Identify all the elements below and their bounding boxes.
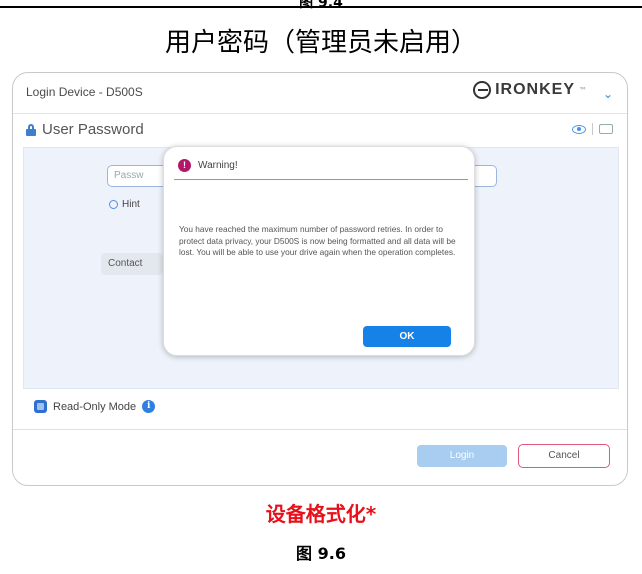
ok-button[interactable]: OK [363, 326, 451, 347]
read-only-label: Read-Only Mode [53, 400, 137, 413]
warning-dialog: ! Warning! You have reached the maximum … [163, 146, 475, 356]
divider [592, 123, 593, 135]
footer-divider [13, 429, 627, 430]
previous-figure-caption: 图 9.4 [299, 0, 343, 11]
contact-button[interactable]: Contact [101, 253, 163, 275]
virtual-keyboard-icon[interactable] [599, 124, 613, 134]
hint-option[interactable]: Hint [109, 199, 140, 210]
warning-title: Warning! [198, 160, 238, 171]
section-title: User Password [42, 121, 144, 138]
warning-message: You have reached the maximum number of p… [179, 224, 456, 257]
warning-icon: ! [178, 159, 191, 172]
ironkey-logo: IRONKEY ™ [473, 81, 587, 99]
ironkey-logo-icon [473, 81, 492, 99]
title-divider [13, 113, 627, 114]
red-caption: 设备格式化* [265, 502, 377, 526]
lock-icon [26, 123, 36, 136]
logo-trademark: ™ [579, 85, 587, 95]
login-button[interactable]: Login [417, 445, 507, 467]
info-icon[interactable]: i [142, 400, 156, 413]
cancel-button[interactable]: Cancel [518, 444, 610, 468]
password-input-end [475, 165, 497, 187]
warning-divider [174, 179, 468, 180]
hint-label: Hint [122, 199, 140, 210]
warning-header: ! Warning! [178, 159, 238, 172]
show-password-eye-icon[interactable] [572, 124, 586, 134]
page-heading: 用户密码（管理员未启用） [164, 28, 477, 58]
input-tools [572, 123, 613, 135]
title-bar: Login Device - D500S IRONKEY ™ ⌄ [13, 73, 627, 113]
window-title: Login Device - D500S [26, 85, 143, 99]
logo-text: IRONKEY [495, 81, 575, 98]
chevron-down-icon[interactable]: ⌄ [603, 87, 613, 101]
figure-caption: 图 9.6 [296, 544, 346, 563]
hint-radio-icon[interactable] [109, 200, 118, 209]
read-only-mode-option[interactable]: Read-Only Mode i [34, 400, 156, 413]
section-header: User Password [26, 121, 144, 138]
read-only-checkbox[interactable] [34, 400, 47, 413]
